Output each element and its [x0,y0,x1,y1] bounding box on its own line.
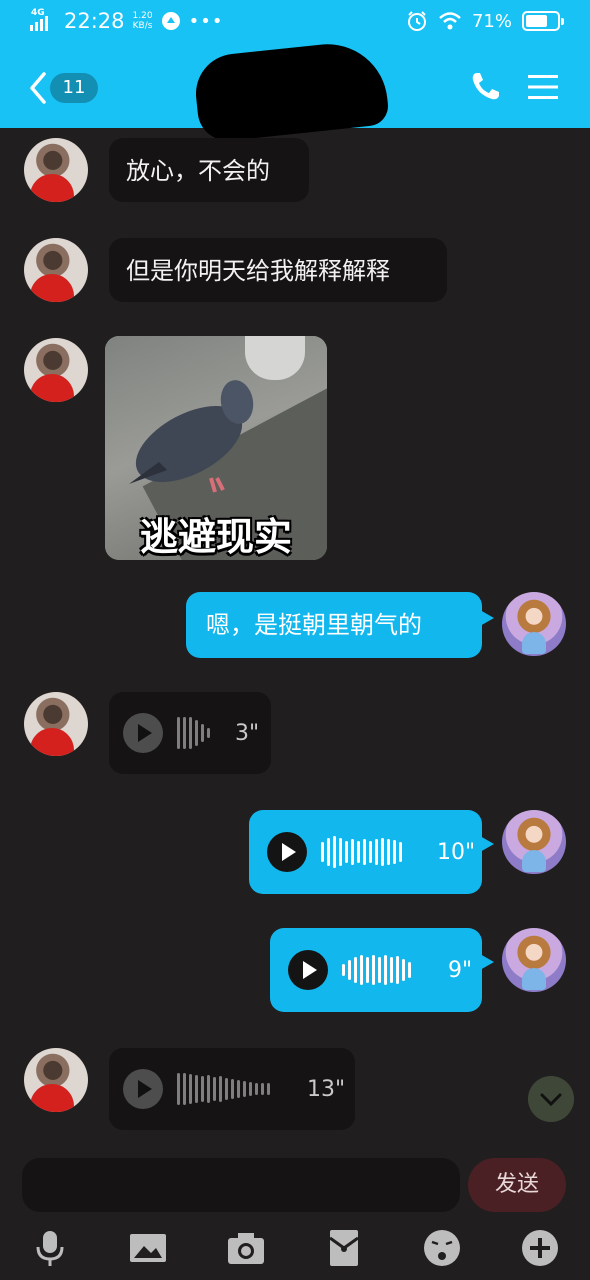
incoming-voice-message[interactable]: 3" [109,692,271,774]
voice-duration: 13" [307,1077,346,1102]
outgoing-voice-message[interactable]: 10" [249,810,494,894]
sync-icon [161,12,180,30]
more-dots-icon: ••• [188,10,224,32]
contact-avatar[interactable] [24,1048,88,1112]
message-text: 但是你明天给我解释解释 [126,257,390,285]
voice-duration: 10" [437,840,476,865]
sticker-image[interactable]: 逃避现实 [105,336,327,560]
play-icon[interactable] [123,1069,163,1109]
waveform-icon [177,1069,270,1109]
menu-icon[interactable] [526,72,560,102]
unread-count-badge[interactable]: 11 [50,73,98,103]
waveform-icon [177,713,210,753]
red-packet-icon[interactable] [324,1228,364,1268]
play-icon[interactable] [267,832,307,872]
net-speed: 1.20 KB/s [132,11,153,31]
play-icon[interactable] [123,713,163,753]
alarm-icon [407,11,426,31]
plus-icon[interactable] [520,1228,560,1268]
status-bar: 4G 22:28 1.20 KB/s ••• 71% [0,8,590,38]
pigeon-illustration [129,380,254,493]
phone-call-icon[interactable] [468,70,502,104]
incoming-text-message[interactable]: 放心，不会的 [109,138,309,202]
contact-avatar[interactable] [24,338,88,402]
play-icon[interactable] [288,950,328,990]
outgoing-voice-message[interactable]: 9" [270,928,494,1012]
battery-percent: 71% [471,10,512,32]
chat-header: 4G 22:28 1.20 KB/s ••• 71% 11 [0,0,590,144]
contact-avatar[interactable] [24,238,88,302]
incoming-text-message[interactable]: 但是你明天给我解释解释 [109,238,447,302]
scroll-to-bottom-button[interactable] [528,1076,574,1122]
clock: 22:28 [64,9,125,33]
sticker-caption: 逃避现实 [139,515,292,559]
emoji-icon[interactable] [422,1228,462,1268]
message-text: 放心，不会的 [126,157,270,185]
my-avatar[interactable] [502,928,566,992]
voice-duration: 3" [235,721,260,746]
contact-avatar[interactable] [24,138,88,202]
waveform-icon [342,950,411,990]
image-icon[interactable] [128,1228,168,1268]
my-avatar[interactable] [502,592,566,656]
waveform-icon [321,832,402,872]
signal-icon: 4G [30,8,56,34]
outgoing-text-message[interactable]: 嗯，是挺朝里朝气的 [186,592,494,658]
redacted-contact-name [192,38,390,144]
message-text: 嗯，是挺朝里朝气的 [206,611,422,639]
contact-avatar[interactable] [24,692,88,756]
send-button[interactable]: 发送 [468,1158,566,1212]
incoming-voice-message[interactable]: 13" [109,1048,355,1130]
battery-icon [522,11,564,31]
camera-icon[interactable] [226,1228,266,1268]
input-toolbar [0,1224,590,1280]
message-input[interactable] [22,1158,460,1212]
microphone-icon[interactable] [30,1228,70,1268]
wifi-icon [439,12,461,30]
voice-duration: 9" [448,958,473,983]
my-avatar[interactable] [502,810,566,874]
